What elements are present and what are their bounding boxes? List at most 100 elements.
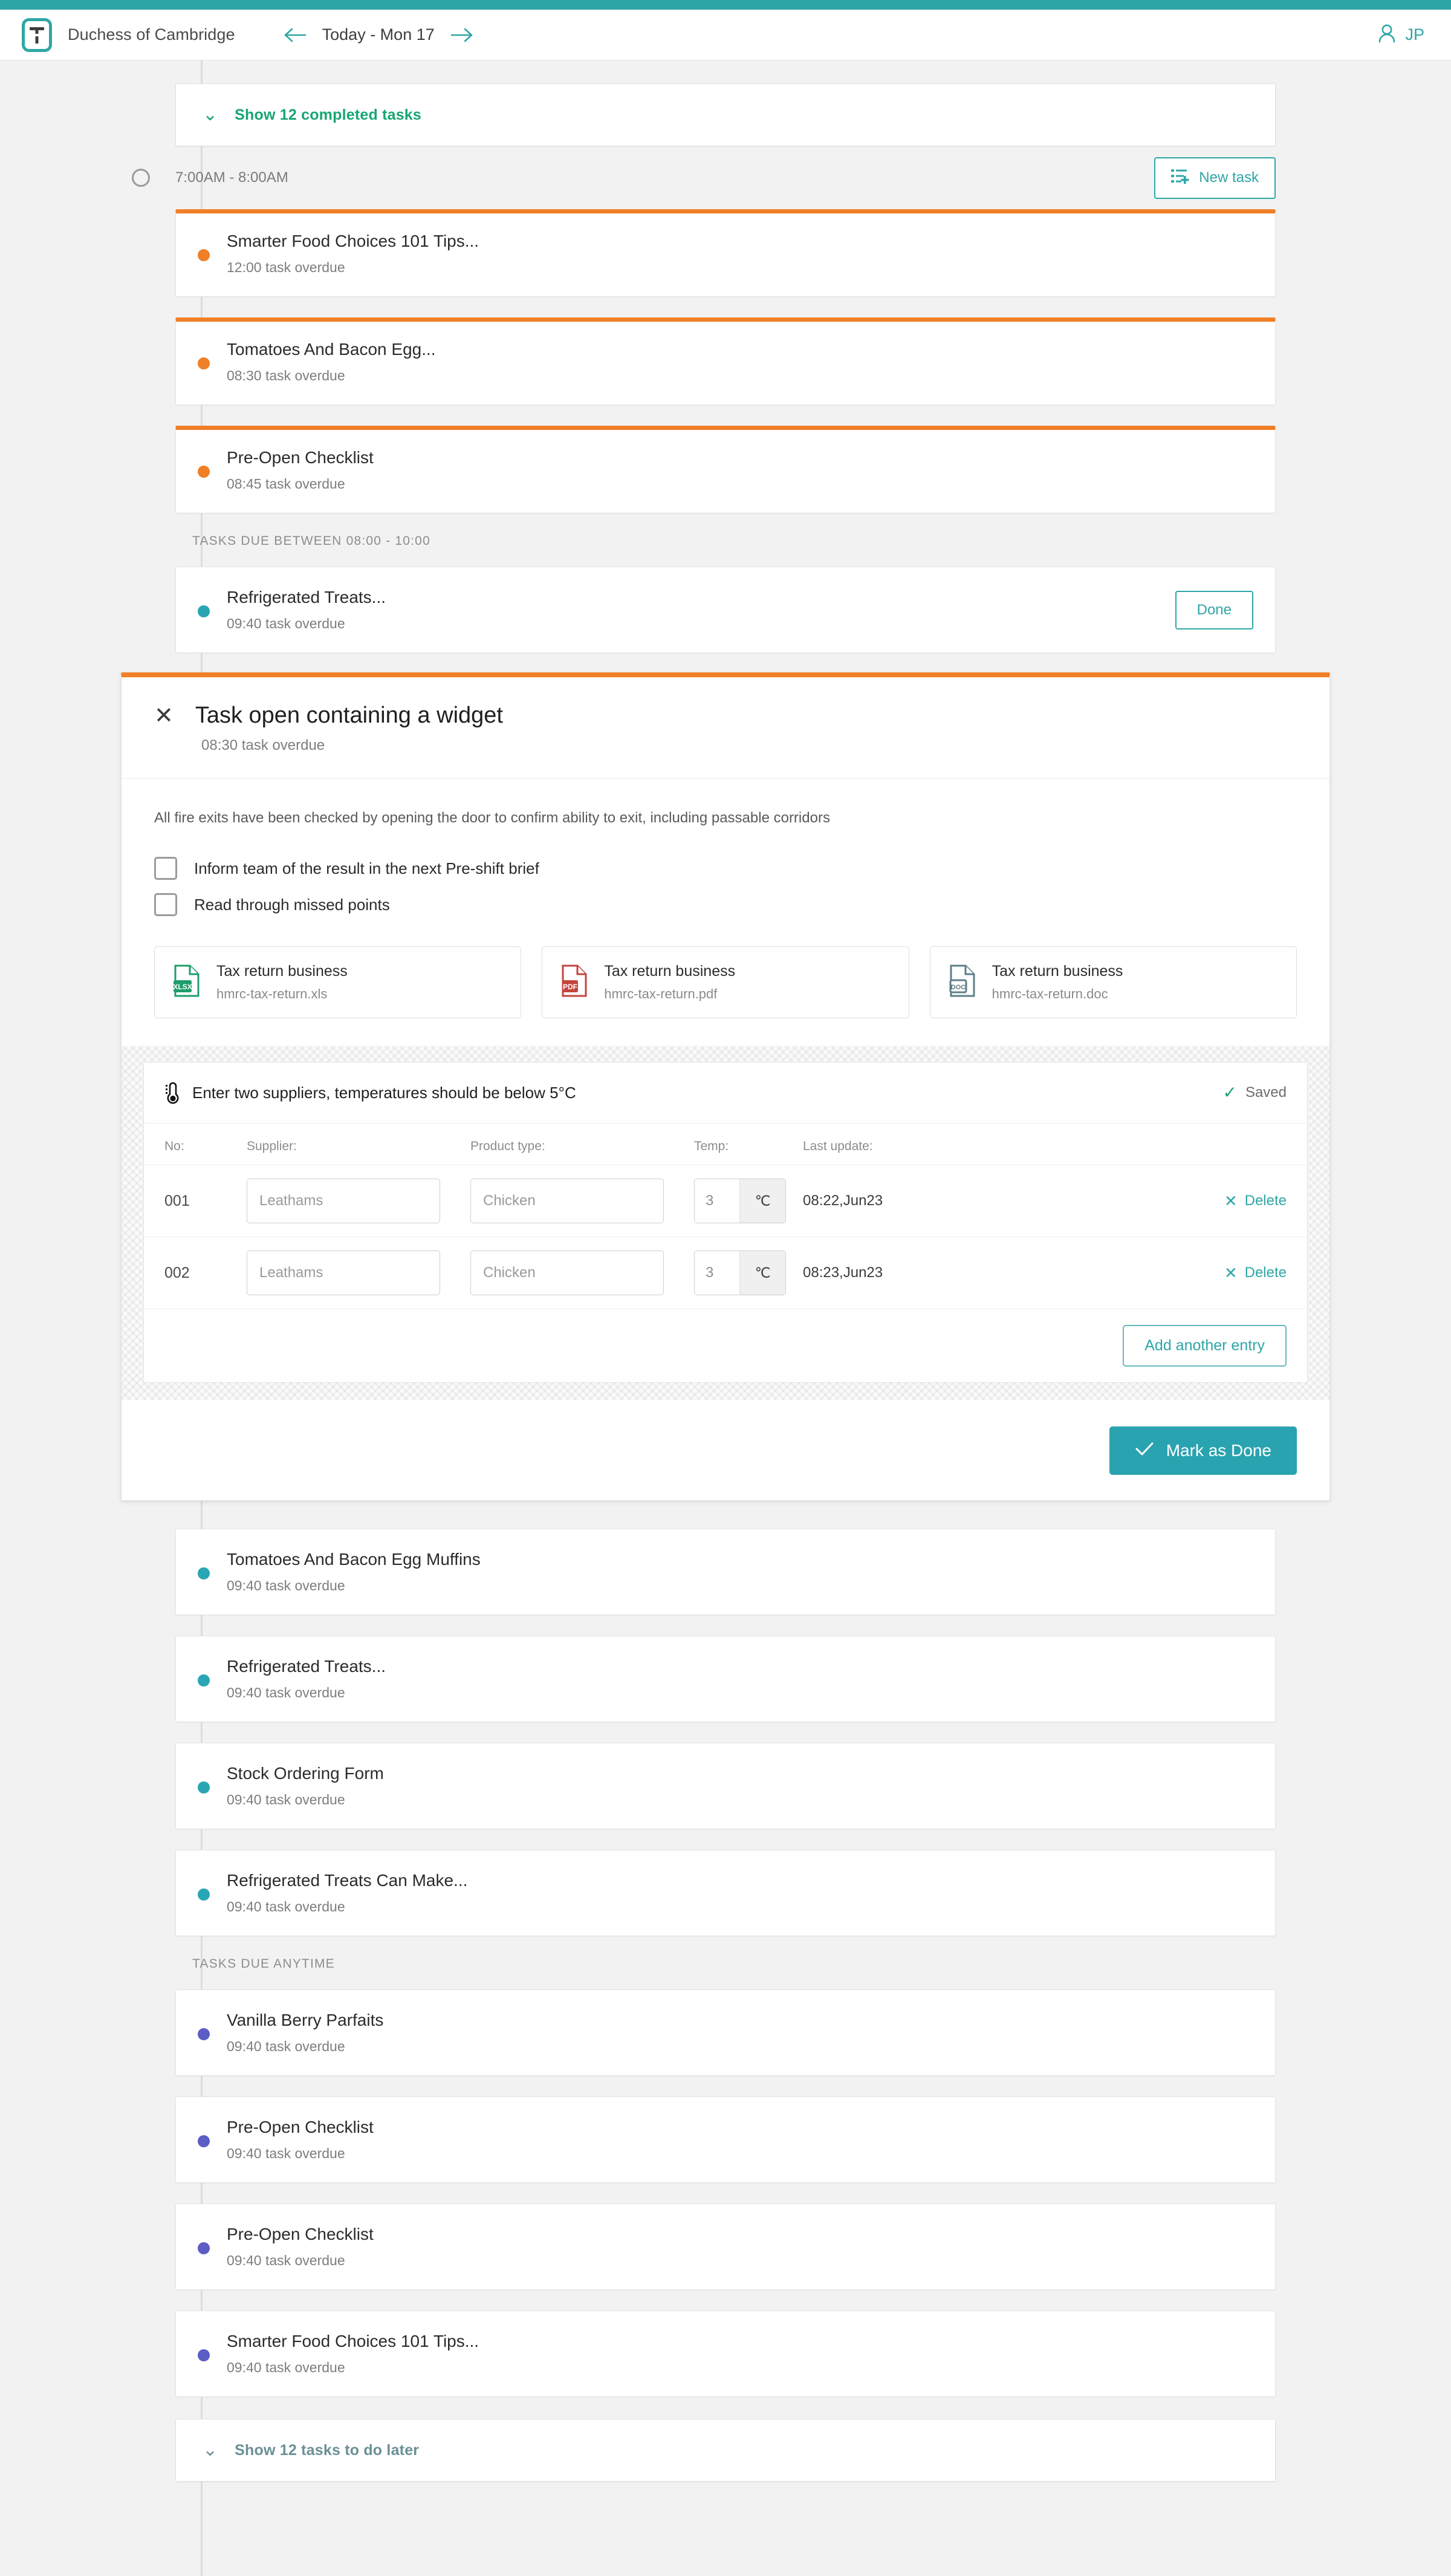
file-doc-icon: DOC — [949, 964, 976, 1000]
close-icon: ✕ — [1224, 1265, 1238, 1281]
overdue-task-group: Smarter Food Choices 101 Tips... 12:00 t… — [175, 209, 1276, 513]
list-item[interactable]: Read through missed points — [154, 893, 1297, 916]
task-subtitle: 09:40 task overdue — [227, 2038, 383, 2055]
task-title: Tomatoes And Bacon Egg... — [227, 340, 436, 359]
user-menu[interactable]: JP — [1377, 23, 1424, 47]
panel-subtitle: 08:30 task overdue — [201, 737, 1297, 754]
close-icon[interactable]: ✕ — [154, 704, 174, 727]
add-another-entry-button[interactable]: Add another entry — [1123, 1325, 1287, 1367]
attachment-list: XLSX Tax return business hmrc-tax-return… — [154, 946, 1297, 1018]
table-row[interactable]: Smarter Food Choices 101 Tips... 12:00 t… — [175, 209, 1276, 297]
table-row[interactable]: Refrigerated Treats... 09:40 task overdu… — [175, 567, 1276, 653]
checkbox-label: Inform team of the result in the next Pr… — [194, 859, 539, 878]
new-task-button[interactable]: New task — [1154, 157, 1276, 199]
widget-table: No: Supplier: Product type: Temp: Last u… — [144, 1124, 1307, 1309]
status-dot — [198, 1888, 210, 1901]
status-dot — [198, 2135, 210, 2147]
task-title: Refrigerated Treats Can Make... — [227, 1871, 467, 1890]
list-item[interactable]: Inform team of the result in the next Pr… — [154, 857, 1297, 880]
task-subtitle: 09:40 task overdue — [227, 2360, 479, 2376]
widget-header: Enter two suppliers, temperatures should… — [144, 1062, 1307, 1124]
task-title: Smarter Food Choices 101 Tips... — [227, 2332, 479, 2351]
supplier-input[interactable] — [247, 1251, 440, 1295]
supplier-input[interactable] — [247, 1179, 440, 1223]
delete-row-button[interactable]: ✕ Delete — [1224, 1192, 1287, 1209]
show-tasks-later-bar[interactable]: ⌄ Show 12 tasks to do later — [175, 2419, 1276, 2482]
arrow-left-icon[interactable] — [284, 27, 307, 43]
attachment-title: Tax return business — [992, 963, 1123, 980]
column-header-temp: Temp: — [694, 1124, 803, 1165]
mark-as-done-button[interactable]: Mark as Done — [1109, 1426, 1297, 1475]
check-icon: ✓ — [1222, 1084, 1236, 1101]
section-header-due-anytime: TASKS DUE ANYTIME — [175, 1936, 1276, 1989]
new-task-label: New task — [1199, 169, 1259, 186]
panel-checklist: Inform team of the result in the next Pr… — [154, 857, 1297, 916]
status-dot — [198, 357, 210, 369]
task-subtitle: 08:45 task overdue — [227, 476, 374, 492]
widget-container: Enter two suppliers, temperatures should… — [122, 1046, 1329, 1400]
task-title: Vanilla Berry Parfaits — [227, 2011, 383, 2030]
table-row[interactable]: Tomatoes And Bacon Egg... 08:30 task ove… — [175, 317, 1276, 405]
table-row[interactable]: Refrigerated Treats Can Make... 09:40 ta… — [175, 1850, 1276, 1936]
task-subtitle: 09:40 task overdue — [227, 1578, 481, 1594]
time-slot-row: 7:00AM - 8:00AM New task — [175, 146, 1276, 209]
panel-header: ✕ Task open containing a widget 08:30 ta… — [122, 677, 1329, 779]
task-title: Refrigerated Treats... — [227, 1657, 386, 1676]
task-subtitle: 09:40 task overdue — [227, 2145, 374, 2162]
temperature-value[interactable]: 3 — [695, 1251, 739, 1295]
task-description: All fire exits have been checked by open… — [154, 807, 1031, 829]
checkbox[interactable] — [154, 893, 177, 916]
done-button[interactable]: Done — [1175, 591, 1253, 629]
attachment-xlsx[interactable]: XLSX Tax return business hmrc-tax-return… — [154, 946, 521, 1018]
temperature-value[interactable]: 3 — [695, 1179, 739, 1223]
attachment-filename: hmrc-tax-return.doc — [992, 986, 1123, 1002]
status-dot — [198, 2028, 210, 2040]
table-row[interactable]: Pre-Open Checklist 08:45 task overdue — [175, 426, 1276, 513]
column-header-supplier: Supplier: — [247, 1124, 470, 1165]
table-row[interactable]: Pre-Open Checklist 09:40 task overdue — [175, 2204, 1276, 2290]
time-slot-circle-icon — [132, 169, 150, 187]
current-date-label: Today - Mon 17 — [322, 25, 435, 44]
time-slot-label: 7:00AM - 8:00AM — [175, 169, 288, 186]
temperature-unit: ℃ — [739, 1251, 785, 1295]
cell-no: 002 — [144, 1237, 247, 1309]
column-header-no: No: — [144, 1124, 247, 1165]
mark-as-done-label: Mark as Done — [1166, 1441, 1271, 1460]
svg-text:DOC: DOC — [950, 984, 966, 991]
task-title: Pre-Open Checklist — [227, 2225, 374, 2244]
panel-body: All fire exits have been checked by open… — [122, 779, 1329, 1405]
checkbox-label: Read through missed points — [194, 896, 390, 914]
arrow-right-icon[interactable] — [450, 27, 473, 43]
status-dot — [198, 1781, 210, 1794]
user-initials: JP — [1405, 25, 1424, 44]
product-type-input[interactable] — [470, 1251, 664, 1295]
table-row[interactable]: Tomatoes And Bacon Egg Muffins 09:40 tas… — [175, 1529, 1276, 1615]
table-row[interactable]: Pre-Open Checklist 09:40 task overdue — [175, 2096, 1276, 2183]
panel-footer: Mark as Done — [122, 1405, 1329, 1500]
table-row[interactable]: Vanilla Berry Parfaits 09:40 task overdu… — [175, 1989, 1276, 2076]
table-row[interactable]: Stock Ordering Form 09:40 task overdue — [175, 1743, 1276, 1829]
temperature-unit: ℃ — [739, 1179, 785, 1223]
product-type-input[interactable] — [470, 1179, 664, 1223]
file-xlsx-icon: XLSX — [173, 964, 201, 1000]
temperature-stepper[interactable]: 3 ℃ — [694, 1179, 786, 1223]
attachment-doc[interactable]: DOC Tax return business hmrc-tax-return.… — [930, 946, 1297, 1018]
show-completed-tasks-bar[interactable]: ⌄ Show 12 completed tasks — [175, 83, 1276, 146]
temperature-stepper[interactable]: 3 ℃ — [694, 1251, 786, 1295]
delete-row-button[interactable]: ✕ Delete — [1224, 1264, 1287, 1281]
section-header-due-between: TASKS DUE BETWEEN 08:00 - 10:00 — [175, 513, 1276, 567]
cell-last-update: 08:23,Jun23 — [803, 1237, 1057, 1309]
table-row[interactable]: Smarter Food Choices 101 Tips... 09:40 t… — [175, 2311, 1276, 2397]
saved-label: Saved — [1245, 1084, 1287, 1101]
attachment-pdf[interactable]: PDF Tax return business hmrc-tax-return.… — [542, 946, 909, 1018]
attachment-filename: hmrc-tax-return.xls — [216, 986, 348, 1002]
table-row[interactable]: Refrigerated Treats... 09:40 task overdu… — [175, 1636, 1276, 1722]
task-title: Stock Ordering Form — [227, 1764, 384, 1783]
delete-label: Delete — [1245, 1264, 1287, 1281]
task-title: Pre-Open Checklist — [227, 2118, 374, 2137]
attachment-title: Tax return business — [604, 963, 735, 980]
table-header-row: No: Supplier: Product type: Temp: Last u… — [144, 1124, 1307, 1165]
task-subtitle: 09:40 task overdue — [227, 616, 386, 632]
checkbox[interactable] — [154, 857, 177, 880]
ti-logo-icon[interactable] — [22, 18, 52, 52]
